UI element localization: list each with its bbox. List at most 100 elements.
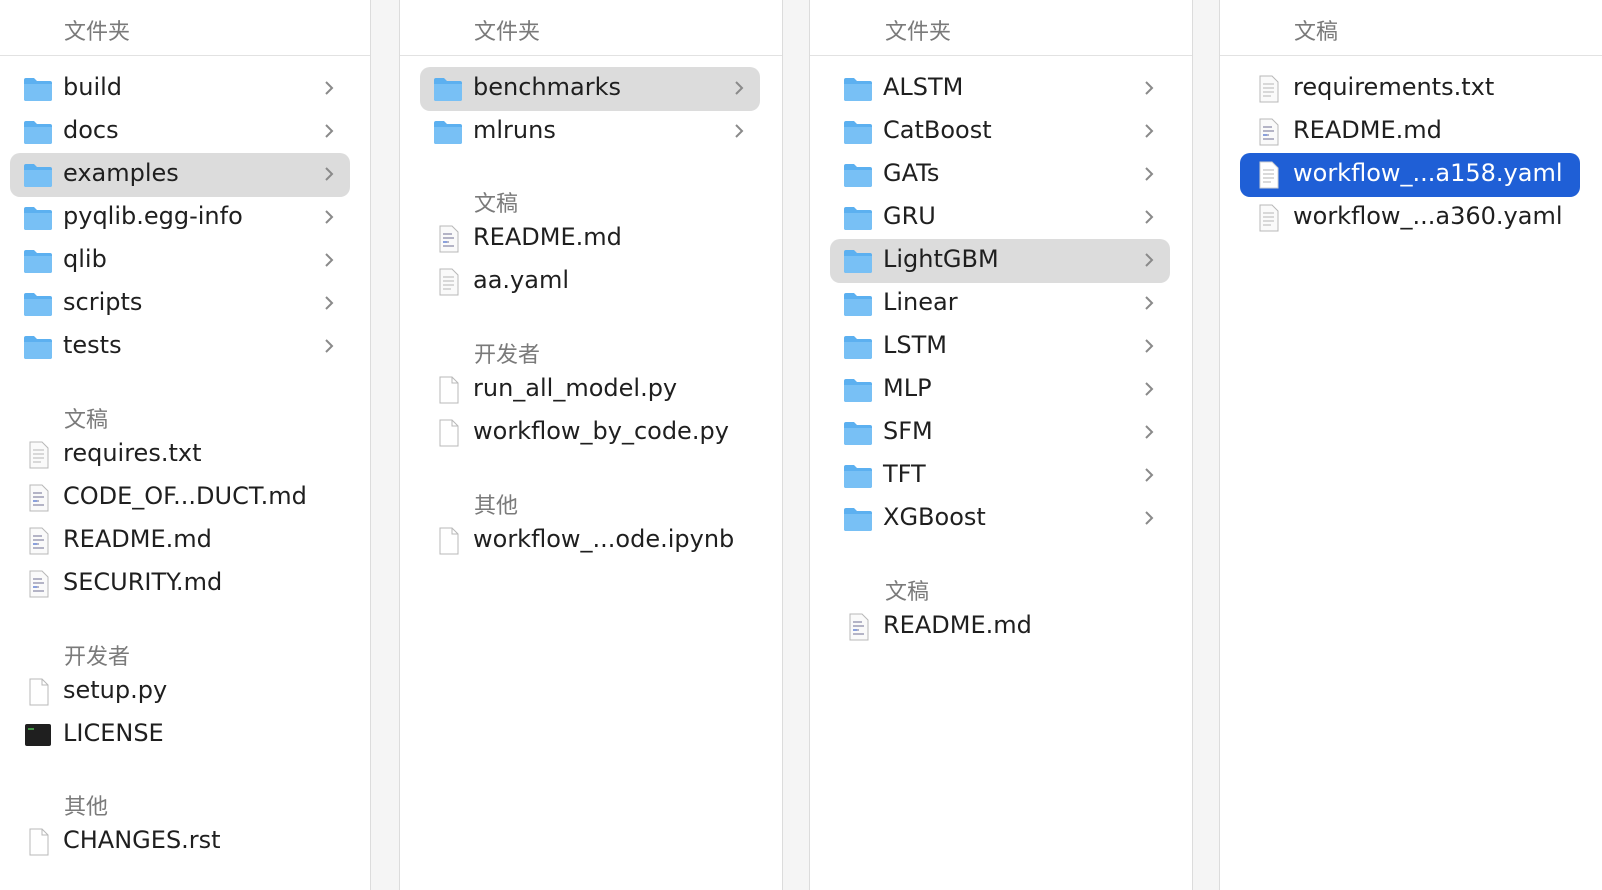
section-title: 文稿 (885, 580, 930, 605)
chevron-right-icon (325, 124, 334, 138)
file-row[interactable]: workflow_by_code.py (420, 411, 760, 455)
yaml-file-icon (1259, 161, 1279, 189)
file-label: README.md (63, 525, 212, 553)
folder-row-selected[interactable]: examples (10, 153, 350, 197)
file-label: requirements.txt (1293, 73, 1495, 101)
folder-label: LSTM (883, 331, 947, 359)
file-row-selected[interactable]: workflow_...a158.yaml (1240, 153, 1580, 197)
file-row[interactable]: requirements.txt (1240, 67, 1580, 111)
file-label: workflow_...a158.yaml (1293, 159, 1563, 187)
folder-row[interactable]: MLP (830, 368, 1170, 412)
section-title: 开发者 (64, 645, 131, 670)
column-3[interactable]: 文件夹 ALSTM CatBoost GATs GRU LightGBM Lin… (809, 0, 1193, 890)
folder-icon (24, 293, 52, 316)
terminal-file-icon (25, 724, 51, 746)
file-row[interactable]: requires.txt (10, 433, 350, 477)
file-row[interactable]: README.md (1240, 110, 1580, 154)
chevron-right-icon (1145, 253, 1154, 267)
folder-row-selected[interactable]: LightGBM (830, 239, 1170, 283)
file-label: requires.txt (63, 439, 202, 467)
blank-file-icon (439, 527, 459, 555)
column-1[interactable]: 文件夹 build docs examples pyqlib.egg-info … (0, 0, 371, 890)
file-label: workflow_...a360.yaml (1293, 202, 1563, 230)
folder-icon (434, 121, 462, 144)
file-row[interactable]: README.md (830, 605, 1170, 649)
folder-label: TFT (883, 460, 926, 488)
file-row[interactable]: workflow_...ode.ipynb (420, 519, 760, 563)
folder-row[interactable]: TFT (830, 454, 1170, 498)
column-4[interactable]: 文稿 requirements.txt README.md workflow_.… (1219, 0, 1602, 890)
header-label: 文件夹 (474, 20, 541, 45)
blank-file-icon (439, 376, 459, 404)
folder-row[interactable]: GRU (830, 196, 1170, 240)
folder-label: examples (63, 159, 179, 187)
header-label: 文稿 (1294, 20, 1339, 45)
folder-row[interactable]: SFM (830, 411, 1170, 455)
folder-label: tests (63, 331, 122, 359)
file-row[interactable]: SECURITY.md (10, 562, 350, 606)
text-file-icon (1259, 75, 1279, 103)
folder-row[interactable]: build (10, 67, 350, 111)
folder-row[interactable]: XGBoost (830, 497, 1170, 541)
folder-label: CatBoost (883, 116, 992, 144)
file-row[interactable]: README.md (420, 217, 760, 261)
blank-file-icon (29, 828, 49, 856)
file-row[interactable]: workflow_...a360.yaml (1240, 196, 1580, 240)
section-title: 其他 (474, 494, 519, 519)
folder-icon (844, 379, 872, 402)
folder-label: ALSTM (883, 73, 964, 101)
folder-icon (24, 207, 52, 230)
folder-row[interactable]: tests (10, 325, 350, 369)
folder-icon (434, 78, 462, 101)
folder-row[interactable]: GATs (830, 153, 1170, 197)
file-label: SECURITY.md (63, 568, 223, 596)
folder-label: build (63, 73, 123, 101)
markdown-file-icon (1259, 118, 1279, 146)
folder-row[interactable]: CatBoost (830, 110, 1170, 154)
yaml-file-icon (1259, 204, 1279, 232)
folder-icon (24, 78, 52, 101)
file-row[interactable]: aa.yaml (420, 260, 760, 304)
text-file-icon (439, 268, 459, 296)
folder-icon (844, 422, 872, 445)
folder-icon (844, 336, 872, 359)
folder-row[interactable]: LSTM (830, 325, 1170, 369)
file-row[interactable]: run_all_model.py (420, 368, 760, 412)
markdown-file-icon (849, 613, 869, 641)
folder-row[interactable]: mlruns (420, 110, 760, 154)
folder-row-selected[interactable]: benchmarks (420, 67, 760, 111)
folder-icon (844, 250, 872, 273)
section-title: 文稿 (64, 408, 109, 433)
file-label: workflow_...ode.ipynb (473, 525, 735, 553)
folder-row[interactable]: qlib (10, 239, 350, 283)
section-title: 其他 (64, 795, 109, 820)
text-file-icon (29, 441, 49, 469)
folder-row[interactable]: scripts (10, 282, 350, 326)
file-label: CHANGES.rst (63, 826, 221, 854)
chevron-right-icon (1145, 468, 1154, 482)
file-row[interactable]: LICENSE (10, 713, 350, 757)
chevron-right-icon (735, 81, 744, 95)
file-label: README.md (883, 611, 1032, 639)
folder-label: MLP (883, 374, 932, 402)
folder-row[interactable]: pyqlib.egg-info (10, 196, 350, 240)
folder-icon (844, 508, 872, 531)
folder-label: LightGBM (883, 245, 999, 273)
file-row[interactable]: CHANGES.rst (10, 820, 350, 864)
chevron-right-icon (735, 124, 744, 138)
file-row[interactable]: README.md (10, 519, 350, 563)
column-2[interactable]: 文件夹 benchmarks mlruns 文稿 README.md aa.ya… (399, 0, 783, 890)
file-row[interactable]: CODE_OF...DUCT.md (10, 476, 350, 520)
chevron-right-icon (325, 81, 334, 95)
file-label: README.md (1293, 116, 1442, 144)
file-label: CODE_OF...DUCT.md (63, 482, 307, 510)
folder-row[interactable]: docs (10, 110, 350, 154)
folder-icon (844, 293, 872, 316)
folder-icon (24, 250, 52, 273)
folder-icon (844, 207, 872, 230)
folder-label: GATs (883, 159, 940, 187)
file-row[interactable]: setup.py (10, 670, 350, 714)
folder-row[interactable]: ALSTM (830, 67, 1170, 111)
markdown-file-icon (29, 484, 49, 512)
folder-row[interactable]: Linear (830, 282, 1170, 326)
